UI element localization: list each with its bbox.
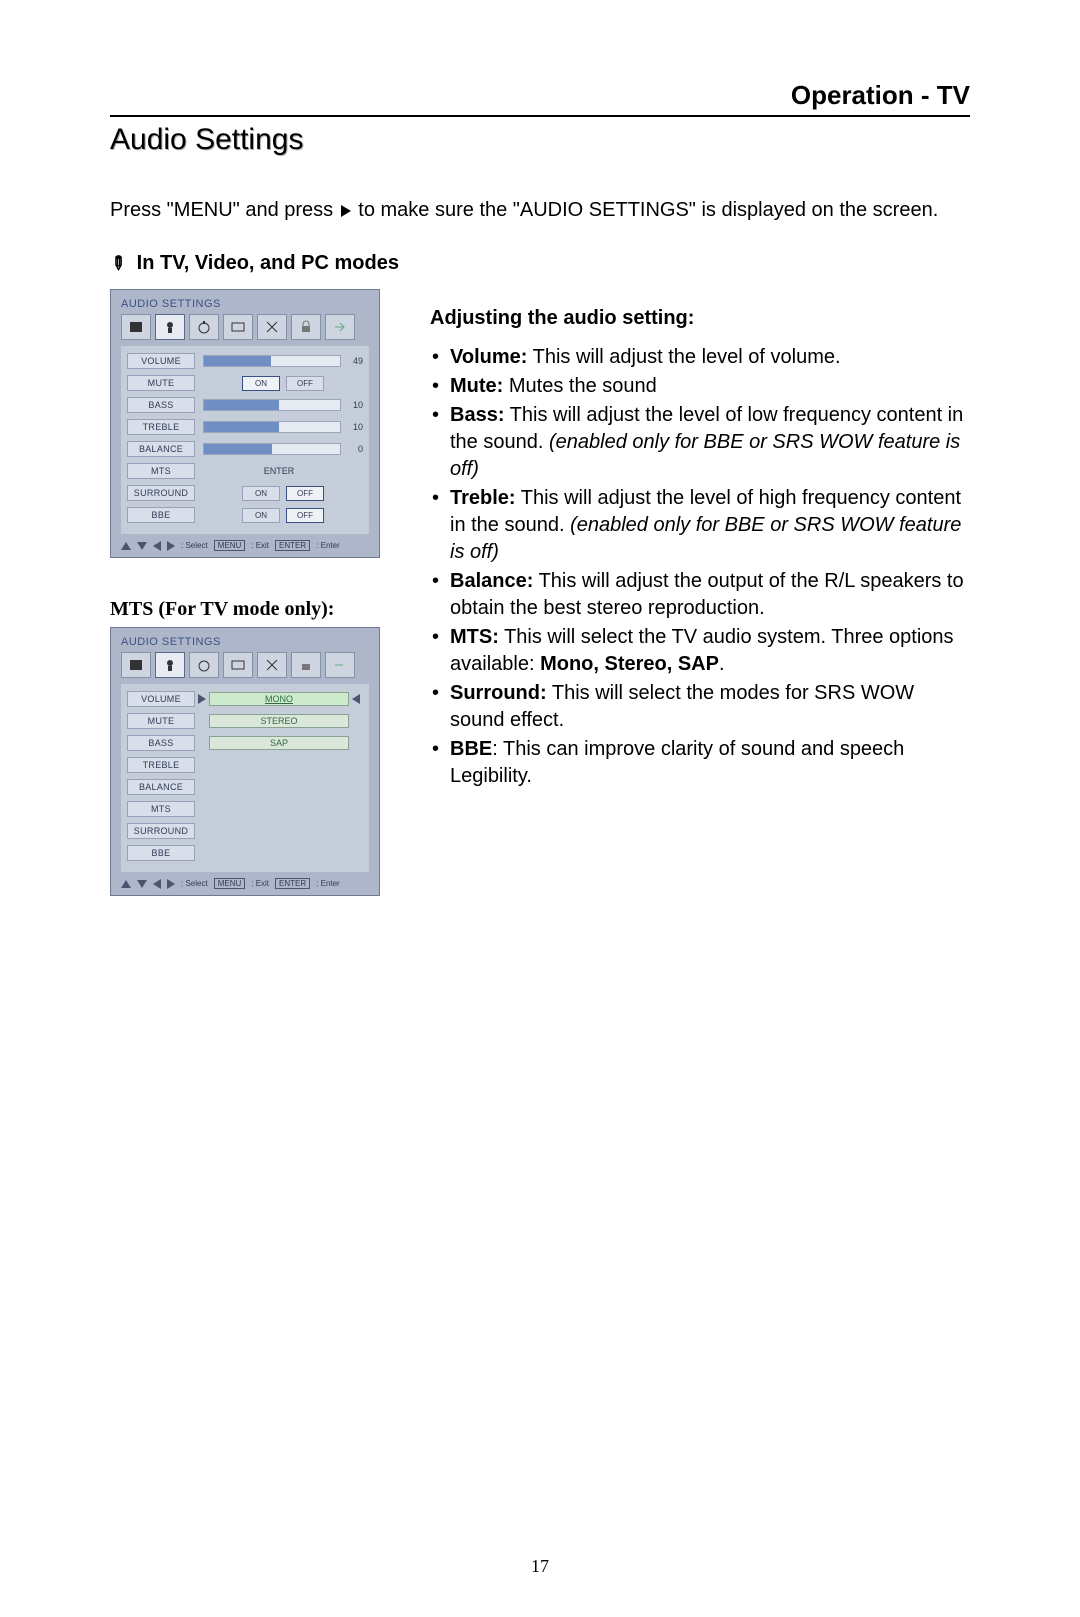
- mts-heading: MTS (For TV mode only):: [110, 598, 380, 621]
- osd-tab-row: [121, 314, 369, 340]
- tab-audio-icon[interactable]: [155, 314, 185, 340]
- nav-right-icon: [167, 879, 175, 889]
- desc-mts: MTS: This will select the TV audio syste…: [430, 624, 970, 678]
- page-header-title: Operation - TV: [791, 80, 970, 111]
- osd-label-bbe: BBE: [127, 507, 195, 523]
- pencil-icon: ✎: [105, 251, 131, 277]
- foot-select: : Select: [181, 879, 208, 888]
- osd-label-mute: MUTE: [127, 375, 195, 391]
- mts-right-icon: [198, 694, 206, 704]
- desc-treble: Treble: This will adjust the level of hi…: [430, 485, 970, 566]
- osd-label-mts: MTS: [127, 463, 195, 479]
- osd-label-surround: SURROUND: [127, 485, 195, 501]
- osd2-label-treble: TREBLE: [127, 757, 195, 773]
- osd-label-treble: TREBLE: [127, 419, 195, 435]
- treble-value: 10: [345, 422, 363, 432]
- foot-enter-lbl: : Enter: [316, 879, 340, 888]
- balance-value: 0: [345, 444, 363, 454]
- tab-timer-icon[interactable]: [189, 314, 219, 340]
- tab-screen-icon[interactable]: [223, 314, 253, 340]
- foot-select: : Select: [181, 541, 208, 550]
- intro-a: Press "MENU" and press: [110, 199, 333, 221]
- tab-setup-icon[interactable]: [257, 652, 287, 678]
- mts-enter-label[interactable]: ENTER: [195, 466, 363, 476]
- nav-down-icon: [137, 880, 147, 888]
- desc-bbe: BBE: This can improve clarity of sound a…: [430, 736, 970, 790]
- osd2-tab-row: [121, 652, 369, 678]
- bass-value: 10: [345, 400, 363, 410]
- section-title: Audio Settings: [110, 123, 970, 157]
- tab-exit-icon[interactable]: [325, 652, 355, 678]
- osd-label-volume: VOLUME: [127, 353, 195, 369]
- foot-exit: : Exit: [251, 879, 269, 888]
- osd2-label-mute: MUTE: [127, 713, 195, 729]
- osd-label-bass: BASS: [127, 397, 195, 413]
- osd-title: AUDIO SETTINGS: [121, 298, 369, 310]
- osd2-label-surround: SURROUND: [127, 823, 195, 839]
- mts-left-icon: [352, 694, 360, 704]
- foot-enter-box: ENTER: [275, 540, 310, 551]
- nav-left-icon: [153, 879, 161, 889]
- tab-audio-icon[interactable]: [155, 652, 185, 678]
- foot-menu-box: MENU: [214, 540, 246, 551]
- bbe-off-button[interactable]: OFF: [286, 508, 324, 523]
- tab-screen-icon[interactable]: [223, 652, 253, 678]
- osd-label-balance: BALANCE: [127, 441, 195, 457]
- nav-up-icon: [121, 880, 131, 888]
- foot-enter-box: ENTER: [275, 878, 310, 889]
- modes-heading-text: In TV, Video, and PC modes: [137, 252, 399, 274]
- tab-setup-icon[interactable]: [257, 314, 287, 340]
- foot-enter-lbl: : Enter: [316, 541, 340, 550]
- tab-lock-icon[interactable]: [291, 314, 321, 340]
- foot-exit: : Exit: [251, 541, 269, 550]
- description-list: Volume: This will adjust the level of vo…: [430, 344, 970, 790]
- mute-on-button[interactable]: ON: [242, 376, 280, 391]
- osd-footer: : Select MENU : Exit ENTER : Enter: [121, 534, 369, 551]
- surround-off-button[interactable]: OFF: [286, 486, 324, 501]
- osd2-title: AUDIO SETTINGS: [121, 636, 369, 648]
- desc-volume: Volume: This will adjust the level of vo…: [430, 344, 970, 371]
- tab-lock-icon[interactable]: [291, 652, 321, 678]
- osd-panel-audio-settings: AUDIO SETTINGS VOLUME 49: [110, 289, 380, 558]
- desc-surround: Surround: This will select the modes for…: [430, 680, 970, 734]
- osd2-label-balance: BALANCE: [127, 779, 195, 795]
- mute-off-button[interactable]: OFF: [286, 376, 324, 391]
- nav-left-icon: [153, 541, 161, 551]
- intro-text: Press "MENU" and press to make sure the …: [110, 197, 970, 224]
- tab-timer-icon[interactable]: [189, 652, 219, 678]
- nav-up-icon: [121, 542, 131, 550]
- right-heading: Adjusting the audio setting:: [430, 307, 970, 330]
- osd2-label-mts: MTS: [127, 801, 195, 817]
- desc-balance: Balance: This will adjust the output of …: [430, 568, 970, 622]
- osd-panel-mts: AUDIO SETTINGS VOLUME MONO: [110, 627, 380, 896]
- mts-option-sap[interactable]: SAP: [209, 736, 349, 750]
- foot-menu-box: MENU: [214, 878, 246, 889]
- intro-b: to make sure the "AUDIO SETTINGS" is dis…: [358, 199, 938, 221]
- nav-right-icon: [167, 541, 175, 551]
- tab-picture-icon[interactable]: [121, 652, 151, 678]
- nav-down-icon: [137, 542, 147, 550]
- mts-option-stereo[interactable]: STEREO: [209, 714, 349, 728]
- surround-on-button[interactable]: ON: [242, 486, 280, 501]
- desc-bass: Bass: This will adjust the level of low …: [430, 402, 970, 483]
- desc-mute: Mute: Mutes the sound: [430, 373, 970, 400]
- modes-heading: ✎ In TV, Video, and PC modes: [110, 252, 970, 275]
- tab-exit-icon[interactable]: [325, 314, 355, 340]
- bbe-on-button[interactable]: ON: [242, 508, 280, 523]
- bass-slider[interactable]: [203, 399, 341, 411]
- volume-slider[interactable]: [203, 355, 341, 367]
- tab-picture-icon[interactable]: [121, 314, 151, 340]
- page-number: 17: [110, 1556, 970, 1577]
- osd2-footer: : Select MENU : Exit ENTER : Enter: [121, 872, 369, 889]
- volume-value: 49: [345, 356, 363, 366]
- right-arrow-icon: [341, 205, 351, 217]
- balance-slider[interactable]: [203, 443, 341, 455]
- osd2-label-bbe: BBE: [127, 845, 195, 861]
- mts-option-mono[interactable]: MONO: [209, 692, 349, 706]
- treble-slider[interactable]: [203, 421, 341, 433]
- osd2-label-bass: BASS: [127, 735, 195, 751]
- osd2-label-volume: VOLUME: [127, 691, 195, 707]
